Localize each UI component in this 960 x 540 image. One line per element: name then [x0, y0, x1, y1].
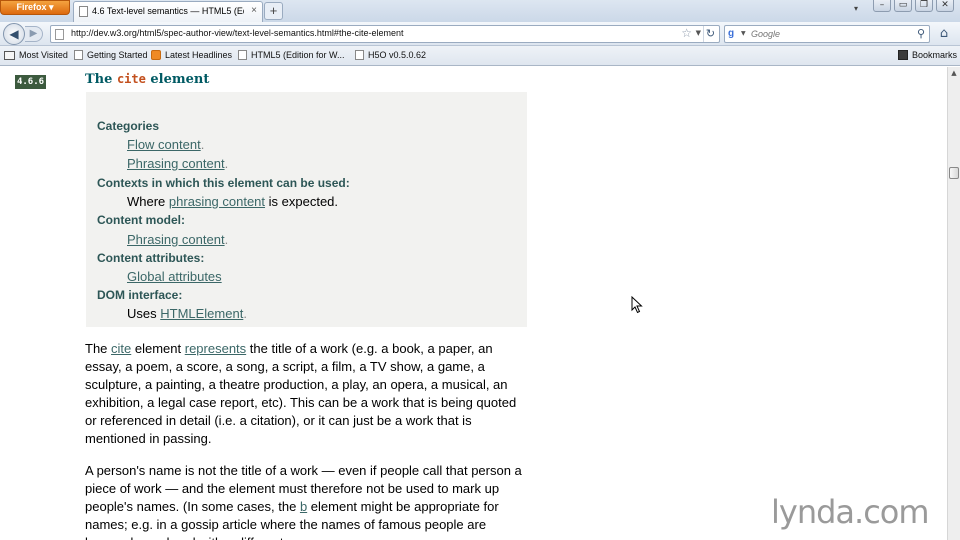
bookmark-star-icon[interactable]: ☆ — [681, 26, 692, 40]
bookmarks-menu-button[interactable]: Bookmarks — [898, 50, 957, 60]
url-text[interactable]: http://dev.w3.org/html5/spec-author-view… — [71, 28, 403, 38]
vertical-scrollbar[interactable]: ▲ — [947, 67, 960, 540]
flow-content-link[interactable]: Flow content — [127, 137, 201, 152]
maximize-button[interactable]: ❐ — [915, 0, 933, 12]
represents-link[interactable]: represents — [185, 341, 246, 356]
cite-link[interactable]: cite — [111, 341, 131, 356]
phrasing-content-link[interactable]: Phrasing content — [127, 232, 225, 247]
bookmark-label: Most Visited — [19, 50, 68, 60]
list-all-tabs-icon[interactable]: ▾ — [854, 4, 858, 13]
tab-close-icon[interactable]: × — [251, 5, 257, 16]
tab-active[interactable]: 4.6 Text-level semantics — HTML5 (Editi.… — [73, 1, 263, 22]
bookmarks-icon — [898, 50, 908, 60]
dom-interface-label: DOM interface: — [97, 288, 183, 302]
search-go-icon[interactable]: ⚲ — [917, 27, 925, 40]
restore-button[interactable]: ▭ — [894, 0, 912, 12]
page-icon — [74, 50, 83, 60]
heading-suffix: element — [145, 72, 210, 87]
bookmark-getting-started[interactable]: Getting Started — [74, 50, 148, 60]
categories-label: Categories — [97, 119, 160, 133]
paragraph-person-name: A person's name is not the title of a wo… — [85, 462, 530, 540]
content-attributes-value: Global attributes — [127, 269, 222, 284]
category-item: Phrasing content. — [127, 156, 228, 171]
site-identity-icon[interactable] — [55, 29, 64, 40]
heading-prefix: The — [85, 72, 117, 87]
text-run: element — [131, 341, 185, 356]
htmlelement-link[interactable]: HTMLElement — [160, 306, 243, 321]
bookmark-label: Getting Started — [87, 50, 148, 60]
period: . — [224, 156, 229, 171]
phrasing-content-link[interactable]: phrasing content — [169, 194, 265, 209]
section-heading: The cite element — [85, 72, 209, 87]
category-item: Flow content. — [127, 137, 204, 152]
scroll-thumb[interactable] — [949, 167, 959, 179]
page-content: 4.6.6 The cite element Categories Flow c… — [0, 67, 947, 540]
dom-interface-value: Uses HTMLElement. — [127, 306, 247, 321]
period: . — [224, 232, 229, 247]
heading-code: cite — [116, 72, 146, 86]
content-model-value: Phrasing content. — [127, 232, 228, 247]
forward-button[interactable]: ▶ — [25, 26, 43, 42]
period: . — [200, 137, 205, 152]
bookmark-label: Latest Headlines — [165, 50, 233, 60]
reload-button[interactable]: ↻ — [703, 26, 717, 42]
section-number-badge: 4.6.6 — [15, 75, 46, 89]
paragraph-cite-definition: The cite element represents the title of… — [85, 340, 530, 449]
navigation-toolbar: ◀ ▶ http://dev.w3.org/html5/spec-author-… — [0, 22, 960, 46]
bookmark-latest-headlines[interactable]: Latest Headlines — [151, 50, 232, 60]
element-definition-box: Categories Flow content. Phrasing conten… — [86, 92, 527, 327]
firefox-menu-button[interactable]: Firefox ▾ — [0, 0, 70, 15]
search-input[interactable] — [751, 27, 911, 41]
bookmarks-menu-label: Bookmarks — [912, 50, 958, 60]
close-window-button[interactable]: ✕ — [936, 0, 954, 12]
history-dropdown-icon[interactable]: ▼ — [696, 29, 701, 37]
mouse-cursor-icon — [631, 296, 643, 314]
page-icon — [238, 50, 247, 60]
content-model-label: Content model: — [97, 213, 185, 227]
bookmark-label: HTML5 (Edition for W... — [251, 50, 345, 60]
dom-before: Uses — [127, 306, 161, 321]
contexts-value: Where phrasing content is expected. — [127, 194, 338, 209]
window-controls: – ▭ ❐ ✕ — [873, 0, 954, 13]
page-icon — [355, 50, 364, 60]
tab-title: 4.6 Text-level semantics — HTML5 (Editi.… — [92, 6, 244, 16]
text-run: the title of a work (e.g. a book, a pape… — [85, 341, 517, 447]
scroll-up-icon[interactable]: ▲ — [948, 67, 960, 79]
engine-dropdown-icon[interactable]: ▼ — [741, 30, 746, 37]
lynda-watermark: lynda.com — [771, 493, 930, 531]
text-run: The — [85, 341, 112, 356]
google-engine-icon[interactable]: g — [728, 28, 740, 40]
global-attributes-link[interactable]: Global attributes — [127, 269, 222, 284]
address-bar[interactable]: http://dev.w3.org/html5/spec-author-view… — [50, 25, 720, 43]
firefox-menu-label: Firefox — [16, 2, 47, 12]
bookmark-html5-edition[interactable]: HTML5 (Edition for W... — [238, 50, 345, 60]
page-icon — [79, 6, 88, 17]
tab-strip: Firefox ▾ 4.6 Text-level semantics — HTM… — [0, 0, 960, 22]
bookmark-h5o[interactable]: H5O v0.5.0.62 — [355, 50, 426, 60]
back-button[interactable]: ◀ — [3, 23, 25, 45]
period: . — [243, 306, 247, 321]
contexts-after: is expected. — [265, 194, 339, 209]
bookmarks-toolbar: Most Visited Getting Started Latest Head… — [0, 46, 960, 66]
folder-icon — [4, 50, 15, 60]
phrasing-content-link[interactable]: Phrasing content — [127, 156, 225, 171]
home-button[interactable]: ⌂ — [934, 25, 954, 43]
minimize-button[interactable]: – — [873, 0, 891, 12]
rss-icon — [151, 50, 161, 60]
bookmark-most-visited[interactable]: Most Visited — [4, 50, 68, 60]
contexts-label: Contexts in which this element can be us… — [97, 176, 350, 190]
contexts-before: Where — [127, 194, 169, 209]
content-attributes-label: Content attributes: — [97, 251, 205, 265]
bookmark-label: H5O v0.5.0.62 — [368, 50, 427, 60]
search-bar[interactable]: g ▼ ⚲ — [724, 25, 930, 43]
new-tab-button[interactable]: + — [264, 2, 283, 20]
